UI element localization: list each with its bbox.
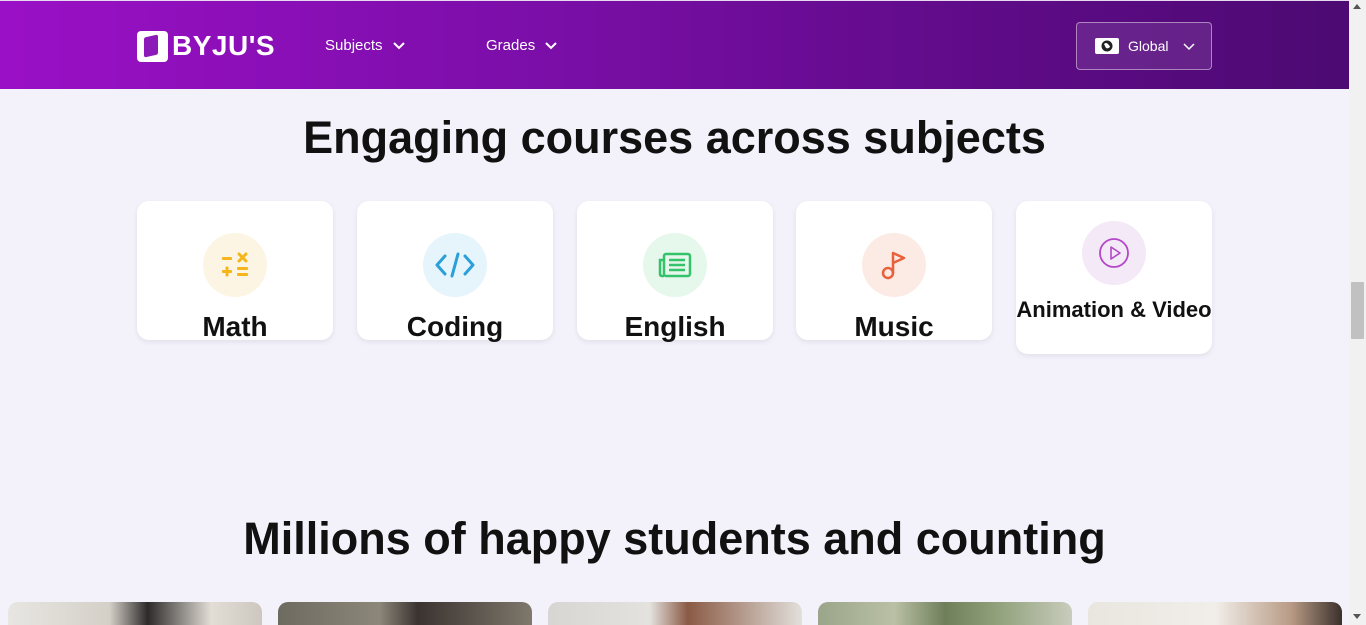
scroll-down-arrow-icon[interactable] bbox=[1353, 614, 1361, 619]
music-note-icon bbox=[862, 233, 926, 297]
scrollbar-thumb[interactable] bbox=[1351, 282, 1364, 339]
nav-subjects-label: Subjects bbox=[325, 37, 383, 54]
courses-section-title: Engaging courses across subjects bbox=[303, 112, 1046, 163]
globe-icon bbox=[1095, 38, 1119, 54]
play-circle-icon bbox=[1082, 221, 1146, 285]
chevron-down-icon bbox=[545, 41, 557, 49]
course-card-label: Coding bbox=[406, 311, 504, 342]
student-photo bbox=[818, 602, 1072, 625]
student-photo bbox=[548, 602, 802, 625]
course-card-label: Music bbox=[854, 311, 934, 342]
student-photo bbox=[278, 602, 532, 625]
page-scrollbar[interactable] bbox=[1349, 0, 1366, 625]
region-label: Global bbox=[1128, 38, 1169, 54]
chevron-down-icon bbox=[1183, 43, 1195, 51]
testimonials-section-title: Millions of happy students and counting bbox=[243, 513, 1106, 564]
brand-name: BYJU'S bbox=[172, 30, 276, 61]
scroll-up-arrow-icon[interactable] bbox=[1353, 4, 1361, 9]
course-card-label: English bbox=[624, 311, 726, 342]
course-card-music[interactable]: Music bbox=[796, 201, 992, 342]
nav-grades-label: Grades bbox=[486, 37, 536, 54]
math-operators-icon bbox=[203, 233, 267, 297]
newspaper-icon bbox=[643, 233, 707, 297]
byjus-logo-mark-icon bbox=[137, 30, 168, 62]
course-card-math[interactable]: Math bbox=[137, 201, 333, 342]
nav-subjects-dropdown[interactable]: Subjects bbox=[325, 37, 405, 54]
chevron-down-icon bbox=[392, 41, 405, 49]
byjus-logo[interactable]: BYJU'S bbox=[137, 30, 275, 62]
course-card-animation-video[interactable]: Animation & Video bbox=[1016, 201, 1212, 354]
code-icon bbox=[423, 233, 487, 297]
top-navigation-bar: BYJU'S Subjects Grades Global bbox=[0, 0, 1349, 89]
student-photo bbox=[8, 602, 262, 625]
student-photo bbox=[1088, 602, 1342, 625]
course-card-english[interactable]: English bbox=[577, 201, 773, 342]
course-card-label: Math bbox=[202, 311, 268, 342]
course-card-label: Animation & Video bbox=[1016, 297, 1212, 322]
region-selector[interactable]: Global bbox=[1076, 22, 1212, 70]
course-card-coding[interactable]: Coding bbox=[357, 201, 553, 342]
nav-grades-dropdown[interactable]: Grades bbox=[486, 37, 557, 54]
